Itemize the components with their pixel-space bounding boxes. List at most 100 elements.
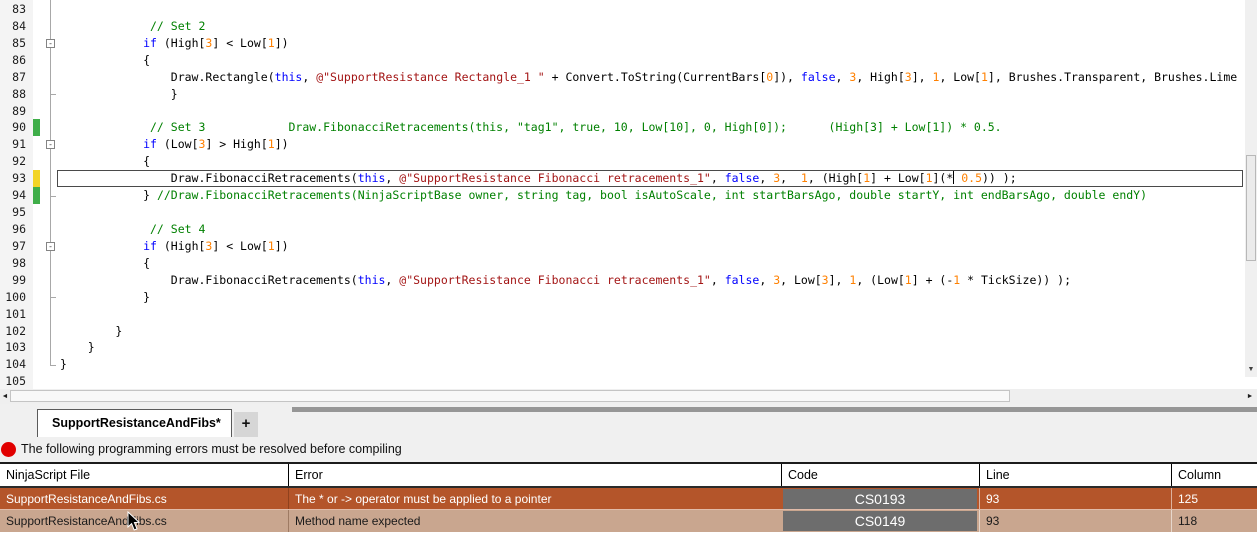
change-indicator	[33, 170, 40, 187]
line-number: 87	[0, 69, 30, 86]
code-line[interactable]: 102 }	[0, 323, 1257, 340]
vertical-scrollbar[interactable]	[1245, 0, 1257, 377]
scroll-left-arrow-icon[interactable]: ◄	[0, 389, 10, 404]
change-indicator	[33, 373, 40, 389]
change-indicator	[33, 306, 40, 323]
scroll-down-arrow-icon[interactable]: ▼	[1245, 362, 1257, 377]
compile-error-message: The following programming errors must be…	[21, 437, 402, 462]
file-cell: SupportResistanceAndFibs.cs	[0, 510, 288, 532]
code-line[interactable]: 98 {	[0, 255, 1257, 272]
new-tab-button[interactable]: +	[234, 412, 258, 437]
line-number: 103	[0, 339, 30, 356]
change-indicator	[33, 221, 40, 238]
change-indicator	[33, 272, 40, 289]
change-indicator	[33, 356, 40, 373]
fold-end-tick	[50, 365, 56, 366]
fold-margin	[40, 204, 60, 221]
change-indicator	[33, 119, 40, 136]
fold-collapse-icon[interactable]: -	[46, 140, 55, 149]
error-code-badge: CS0149	[783, 511, 977, 531]
code-line[interactable]: 97 if (High[3] < Low[1])	[0, 238, 1257, 255]
error-status-icon	[1, 442, 16, 457]
code-line[interactable]: 103 }	[0, 339, 1257, 356]
fold-margin	[40, 119, 60, 136]
code-line[interactable]: 84 // Set 2	[0, 18, 1257, 35]
fold-collapse-icon[interactable]: -	[46, 242, 55, 251]
vertical-scrollbar-thumb[interactable]	[1246, 155, 1256, 261]
code-line[interactable]: 101	[0, 306, 1257, 323]
file-cell: SupportResistanceAndFibs.cs	[0, 488, 288, 509]
line-number: 97	[0, 238, 30, 255]
code-text: {	[60, 52, 150, 69]
line-number: 85	[0, 35, 30, 52]
line-number: 91	[0, 136, 30, 153]
line-number: 92	[0, 153, 30, 170]
panel-splitter[interactable]	[292, 407, 1257, 412]
change-indicator	[33, 187, 40, 204]
column-header[interactable]: NinjaScript File	[0, 464, 288, 486]
line-number: 100	[0, 289, 30, 306]
code-line[interactable]: 86 {	[0, 52, 1257, 69]
error-row[interactable]: SupportResistanceAndFibs.csThe * or -> o…	[0, 488, 1257, 510]
code-line[interactable]: 100 }	[0, 289, 1257, 306]
code-text: if (Low[3] > High[1])	[60, 136, 289, 153]
line-number: 105	[0, 373, 30, 389]
fold-margin	[40, 52, 60, 69]
code-line[interactable]: 90 // Set 3 Draw.FibonacciRetracements(t…	[0, 119, 1257, 136]
fold-margin	[40, 1, 60, 18]
fold-end-tick	[50, 297, 56, 298]
code-line[interactable]: 85 if (High[3] < Low[1])	[0, 35, 1257, 52]
fold-margin	[40, 221, 60, 238]
code-text: {	[60, 255, 150, 272]
line-cell: 93	[979, 510, 1171, 532]
line-number: 90	[0, 119, 30, 136]
fold-margin	[40, 255, 60, 272]
scroll-right-arrow-icon[interactable]: ►	[1245, 389, 1255, 404]
code-line[interactable]: 94 } //Draw.FibonacciRetracements(NinjaS…	[0, 187, 1257, 204]
code-text: }	[60, 289, 150, 306]
code-line[interactable]: 87 Draw.Rectangle(this, @"SupportResista…	[0, 69, 1257, 86]
change-indicator	[33, 86, 40, 103]
code-editor[interactable]: 8384 // Set 285 if (High[3] < Low[1])86 …	[0, 0, 1257, 389]
tab-supportresistanceandfibs[interactable]: SupportResistanceAndFibs*	[37, 409, 232, 438]
fold-end-tick	[50, 196, 56, 197]
code-line[interactable]: 93 Draw.FibonacciRetracements(this, @"Su…	[0, 170, 1257, 187]
change-indicator	[33, 204, 40, 221]
fold-margin	[40, 170, 60, 187]
fold-collapse-icon[interactable]: -	[46, 39, 55, 48]
code-line[interactable]: 88 }	[0, 86, 1257, 103]
column-header[interactable]: Line	[979, 464, 1171, 486]
change-indicator	[33, 255, 40, 272]
fold-margin	[40, 18, 60, 35]
error-code-badge: CS0193	[783, 489, 977, 509]
code-text: } //Draw.FibonacciRetracements(NinjaScri…	[60, 187, 1147, 204]
code-line[interactable]: 96 // Set 4	[0, 221, 1257, 238]
code-line[interactable]: 91 if (Low[3] > High[1])	[0, 136, 1257, 153]
code-line[interactable]: 83	[0, 1, 1257, 18]
error-cell: The * or -> operator must be applied to …	[288, 488, 781, 509]
line-number: 86	[0, 52, 30, 69]
code-lines: 8384 // Set 285 if (High[3] < Low[1])86 …	[0, 1, 1257, 389]
column-header[interactable]: Column	[1171, 464, 1257, 486]
code-text: }	[60, 356, 67, 373]
code-line[interactable]: 104}	[0, 356, 1257, 373]
error-row[interactable]: SupportResistanceAndFibs.csMethod name e…	[0, 510, 1257, 532]
code-line[interactable]: 95	[0, 204, 1257, 221]
code-line[interactable]: 92 {	[0, 153, 1257, 170]
fold-margin	[40, 69, 60, 86]
code-line[interactable]: 89	[0, 103, 1257, 120]
line-number: 95	[0, 204, 30, 221]
error-cell: Method name expected	[288, 510, 781, 532]
code-line[interactable]: 105	[0, 373, 1257, 389]
horizontal-scrollbar[interactable]: ◄ ►	[0, 389, 1257, 404]
column-header[interactable]: Error	[288, 464, 781, 486]
horizontal-scrollbar-thumb[interactable]	[10, 390, 1010, 402]
fold-margin	[40, 339, 60, 356]
column-cell: 118	[1171, 510, 1257, 532]
fold-margin	[40, 306, 60, 323]
line-number: 98	[0, 255, 30, 272]
line-cell: 93	[979, 488, 1171, 509]
line-number: 83	[0, 1, 30, 18]
column-header[interactable]: Code	[781, 464, 979, 486]
code-line[interactable]: 99 Draw.FibonacciRetracements(this, @"Su…	[0, 272, 1257, 289]
